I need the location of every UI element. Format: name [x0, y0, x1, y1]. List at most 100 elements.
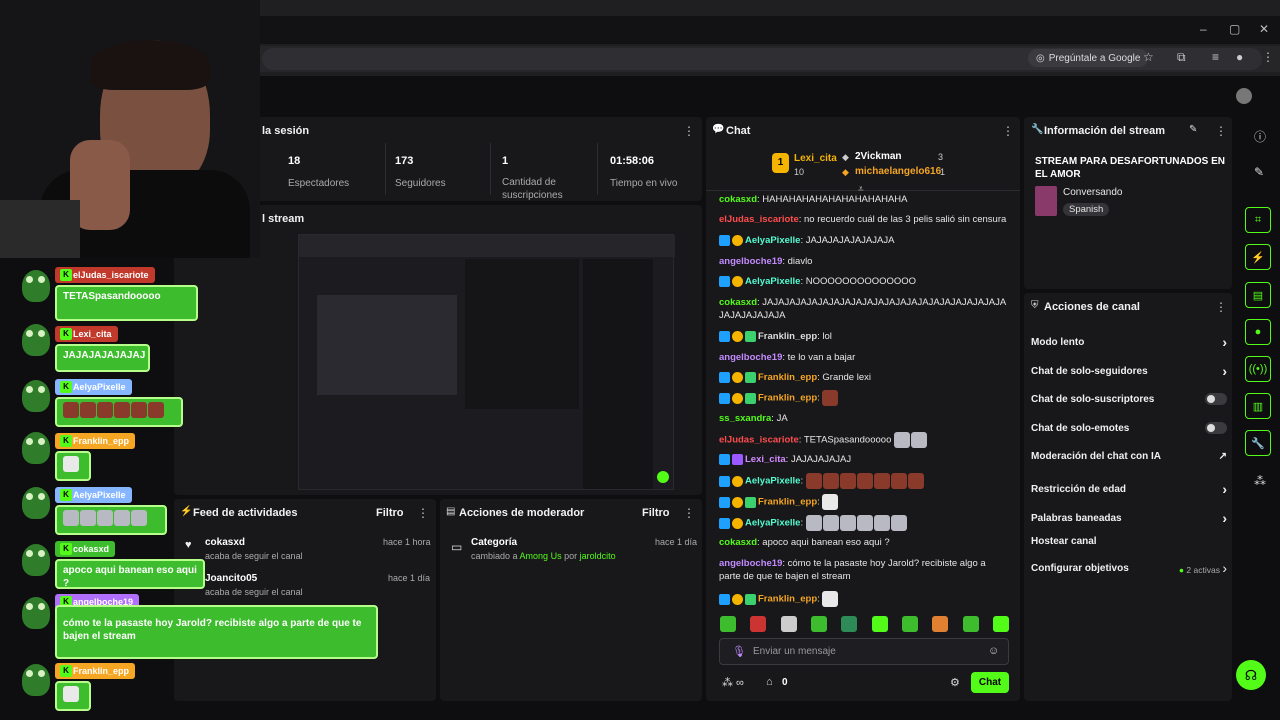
info-icon[interactable]: ⓘ: [1254, 128, 1266, 145]
emote-icon[interactable]: [962, 616, 979, 632]
chat-button[interactable]: ●: [1245, 319, 1271, 345]
subs-only-toggle[interactable]: [1205, 393, 1227, 405]
chat-input[interactable]: 🎙 Enviar un mensaje ☺: [719, 638, 1009, 665]
kick-points-icon[interactable]: ⁂ ∞: [722, 676, 744, 689]
edit-icon[interactable]: ✎: [1189, 124, 1197, 135]
action-subs-only[interactable]: Chat de solo-suscriptores: [1031, 393, 1227, 405]
document-icon: ▤: [446, 506, 456, 517]
feed-action: acaba de seguir el canal: [205, 587, 303, 597]
media-icon[interactable]: ≡: [1212, 50, 1219, 64]
emote-icon[interactable]: [810, 616, 827, 632]
action-followers-only[interactable]: Chat de solo-seguidores ›: [1031, 363, 1227, 379]
leader-count: 3: [938, 152, 944, 162]
stream-info-title: Información del stream: [1044, 125, 1166, 137]
bronze-icon: ◆: [842, 167, 849, 177]
chat-message: angelboche19: cómo te la pasaste hoy Jar…: [719, 558, 986, 582]
moderator-panel: [440, 499, 702, 701]
channel-actions-title: Acciones de canal: [1044, 301, 1140, 313]
feed-user: Joancito05: [205, 573, 258, 584]
stat-uptime-label: Tiempo en vivo: [610, 178, 678, 189]
layout-button[interactable]: ▥: [1245, 393, 1271, 419]
feed-time: hace 1 día: [388, 573, 431, 583]
emote-icon[interactable]: [720, 616, 736, 632]
pencil-icon[interactable]: ✎: [1254, 165, 1264, 179]
action-slow-mode[interactable]: Modo lento ›: [1031, 334, 1227, 350]
chat-message: angelboche19: diavlo: [719, 256, 813, 267]
more-icon[interactable]: ⋮: [1002, 124, 1014, 138]
moderator-filter-button[interactable]: Filtro: [642, 507, 670, 519]
leader-name[interactable]: michaelangelo616: [855, 166, 941, 177]
chevron-right-icon: ›: [1222, 334, 1227, 350]
support-button[interactable]: ☊: [1236, 660, 1266, 690]
star-icon[interactable]: ☆: [1143, 50, 1154, 64]
chat-message: Lexi_cita: JAJAJAJAJAJ: [719, 453, 1009, 466]
extensions-icon[interactable]: ⧉: [1177, 50, 1186, 65]
chat-message: cokasxd: JAJAJAJAJAJAJAJAJAJAJAJAJAJAJAJ…: [719, 297, 1007, 321]
feed-filter-button[interactable]: Filtro: [376, 507, 404, 519]
emote-icon[interactable]: [750, 616, 767, 632]
stat-followers-label: Seguidores: [395, 178, 446, 189]
emote-icon[interactable]: [901, 616, 918, 632]
emote-icon[interactable]: [932, 616, 949, 632]
more-icon[interactable]: ⋮: [417, 506, 429, 520]
wrench-icon: 🔧: [1031, 124, 1044, 135]
more-icon[interactable]: ⋮: [683, 506, 695, 520]
more-icon[interactable]: ⋮: [683, 124, 695, 138]
user-avatar[interactable]: [1236, 88, 1252, 104]
stream-video[interactable]: [298, 234, 675, 490]
chevron-right-icon: ›: [1222, 510, 1227, 526]
menu-icon[interactable]: ⋮: [1262, 50, 1274, 64]
stat-subs-value: 1: [502, 155, 509, 167]
action-ai-moderation[interactable]: Moderación del chat con IA ↗: [1031, 451, 1227, 462]
action-host[interactable]: Hostear canal: [1031, 536, 1227, 547]
broadcast-button[interactable]: ((•)): [1245, 356, 1271, 382]
heart-icon: ♥: [185, 539, 192, 551]
action-goals[interactable]: Configurar objetivos ● 2 activas ›: [1031, 560, 1227, 576]
store-icon[interactable]: ⌂: [766, 676, 773, 688]
emote-icon[interactable]: [871, 616, 888, 632]
clip-button[interactable]: ⌗: [1245, 207, 1271, 233]
chat-message: elJudas_iscariote: no recuerdo cuál de l…: [719, 214, 1007, 225]
chat-message: AelyaPixelle:: [719, 515, 1009, 531]
emote-icon[interactable]: [992, 616, 1009, 632]
send-chat-button[interactable]: Chat: [971, 672, 1009, 693]
close-icon[interactable]: ✕: [1259, 22, 1269, 36]
emotes-only-toggle[interactable]: [1205, 422, 1227, 434]
emote-icon[interactable]: [780, 616, 797, 632]
ask-google-button[interactable]: ◎ Pregúntale a Google: [1028, 49, 1149, 67]
webcam-overlay: [0, 0, 260, 258]
chat-message: Franklin_epp:: [719, 390, 1009, 406]
action-age-restriction[interactable]: Restricción de edad ›: [1031, 481, 1227, 497]
more-icon[interactable]: ⋮: [1215, 124, 1227, 138]
chat-message: Franklin_epp: Grande lexi: [719, 371, 1009, 384]
chevron-right-icon: ›: [1222, 481, 1227, 497]
stat-followers-value: 173: [395, 155, 414, 167]
tools-button[interactable]: 🔧: [1245, 430, 1271, 456]
leader-name[interactable]: Lexi_cita: [794, 153, 837, 164]
stream-preview-title: l stream: [262, 213, 305, 225]
emoji-icon[interactable]: ☺: [988, 645, 999, 657]
stream-title: STREAM PARA DESAFORTUNADOS EN EL AMOR: [1035, 156, 1226, 180]
emote-icon[interactable]: [841, 616, 858, 632]
rank-badge: 1: [772, 153, 789, 173]
chat-bubble-icon: 💬: [712, 124, 725, 135]
more-icon[interactable]: ⋮: [1215, 300, 1227, 314]
chat-message: elJudas_iscariote: TETASpasandooooo: [719, 432, 1009, 448]
browser-titlebar: [260, 16, 1280, 44]
minimize-icon[interactable]: –: [1200, 22, 1207, 36]
profile-icon[interactable]: ●: [1236, 50, 1243, 64]
notes-button[interactable]: ▤: [1245, 282, 1271, 308]
external-link-icon: ↗: [1218, 451, 1227, 462]
action-banned-words[interactable]: Palabras baneadas ›: [1031, 510, 1227, 526]
more-apps-icon[interactable]: ⁂: [1254, 474, 1266, 488]
category-name[interactable]: Conversando: [1063, 187, 1122, 198]
settings-icon[interactable]: ⚙: [950, 676, 960, 689]
bolt-button[interactable]: ⚡: [1245, 244, 1271, 270]
channel-actions-panel: [1024, 293, 1232, 701]
mic-icon[interactable]: 🎙: [732, 645, 746, 658]
maximize-icon[interactable]: ▢: [1229, 22, 1240, 36]
leader-name[interactable]: 2Vickman: [855, 151, 902, 162]
chat-message: cokasxd: apoco aqui banean eso aqui ?: [719, 537, 890, 548]
shield-icon: ⛨: [1031, 300, 1039, 311]
action-emotes-only[interactable]: Chat de solo-emotes: [1031, 422, 1227, 434]
